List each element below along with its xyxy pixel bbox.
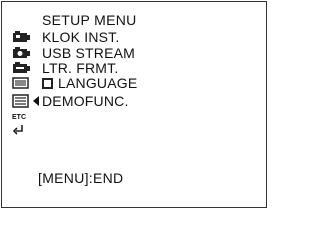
menu-title: SETUP MENU bbox=[42, 12, 137, 28]
lcd-screen: SETUP MENU KLOK INST. USB STREAM LTR. FR… bbox=[1, 1, 267, 208]
setup-menu-icon bbox=[12, 94, 29, 108]
menu-item-label: LANGUAGE bbox=[58, 75, 138, 91]
menu-item-label: LTR. FRMT. bbox=[42, 60, 119, 76]
camera-memory-icon bbox=[13, 47, 30, 58]
camera-tape-icon bbox=[13, 31, 30, 42]
menu-end-hint: [MENU]:END bbox=[38, 170, 124, 186]
language-icon bbox=[42, 78, 53, 89]
menu-item-label: KLOK INST. bbox=[42, 29, 120, 45]
etc-label: ETC bbox=[12, 114, 26, 121]
return-icon[interactable] bbox=[12, 123, 28, 137]
camera-settings-icon bbox=[13, 62, 30, 73]
selection-pointer-icon bbox=[33, 96, 39, 106]
menu-item-label: USB STREAM bbox=[42, 45, 136, 61]
display-icon bbox=[12, 77, 29, 89]
menu-item-label: DEMOFUNC. bbox=[42, 93, 129, 109]
